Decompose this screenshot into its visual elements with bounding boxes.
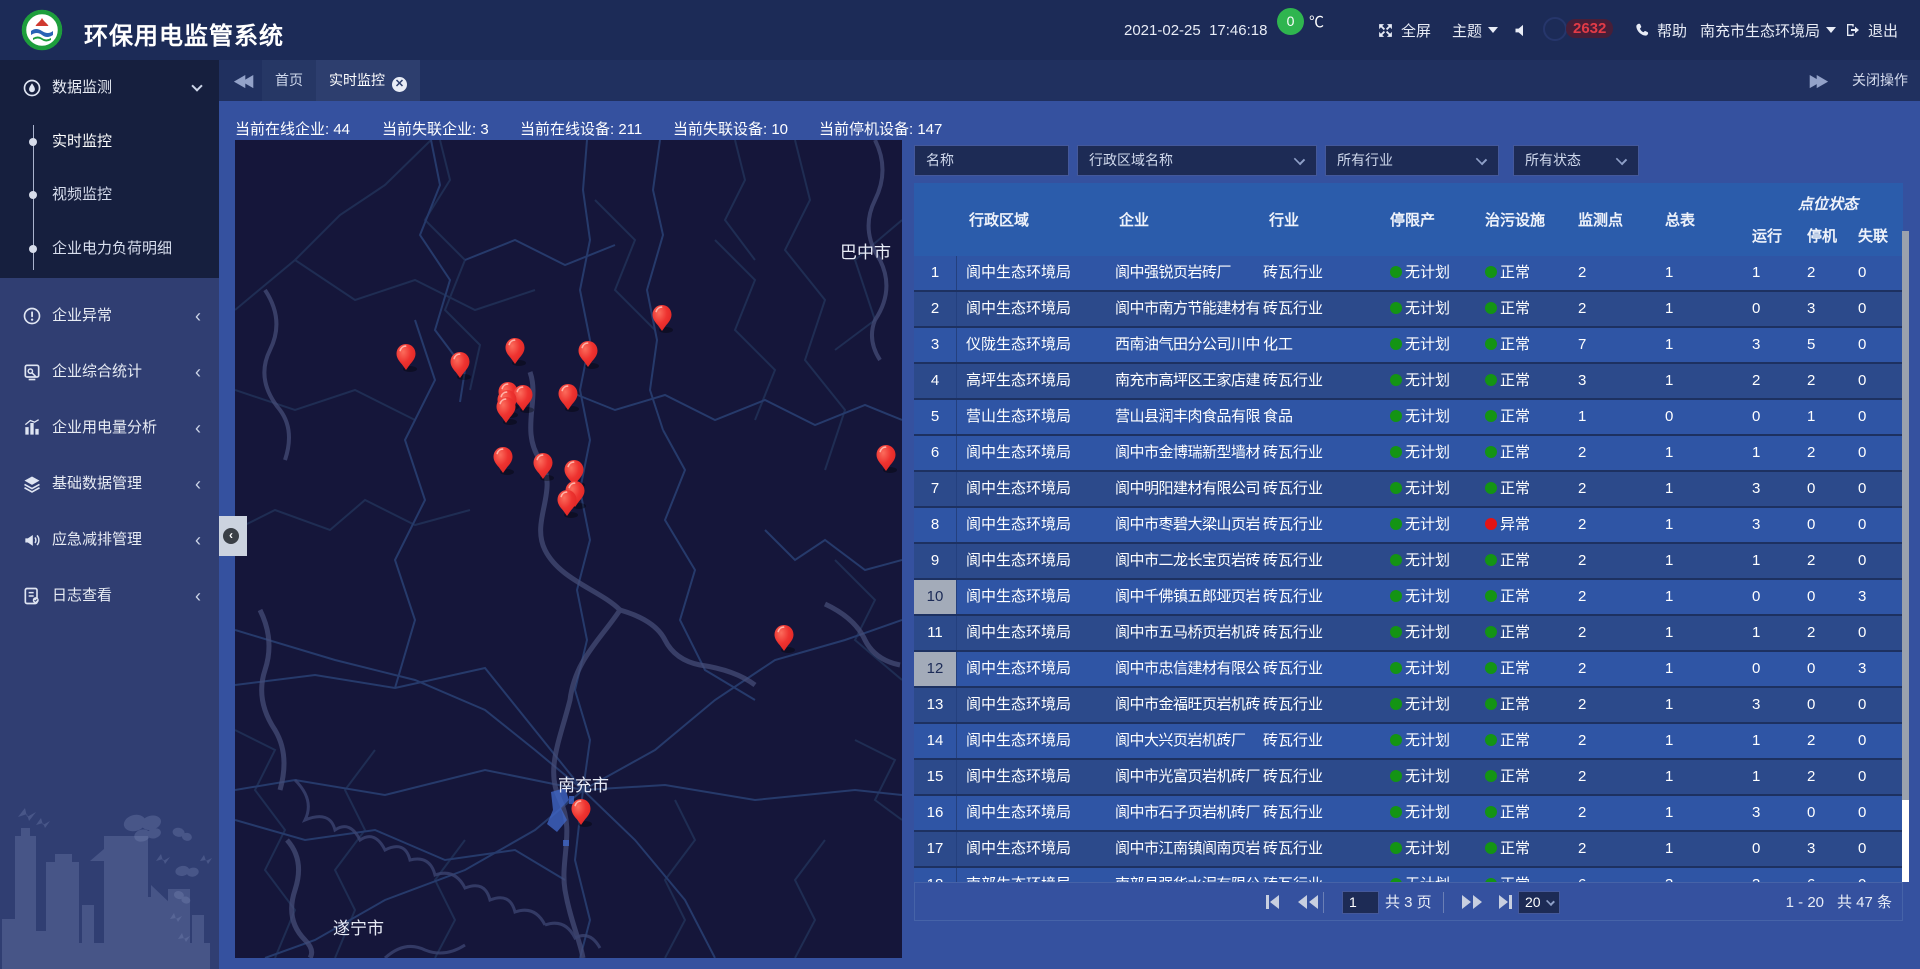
svg-text:巴中市: 巴中市: [840, 243, 891, 262]
svg-text:南充市: 南充市: [558, 776, 609, 795]
svg-text:遂宁市: 遂宁市: [333, 919, 384, 938]
